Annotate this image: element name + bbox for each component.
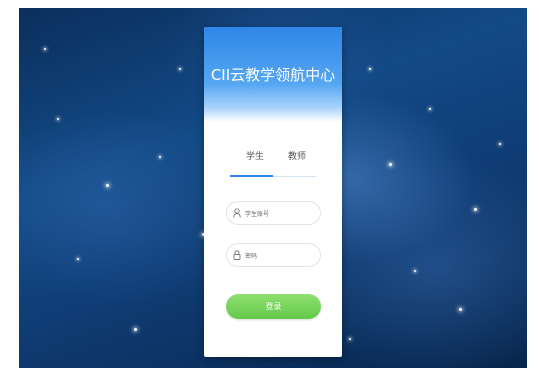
login-button[interactable]: 登录 bbox=[226, 294, 321, 319]
active-tab-indicator bbox=[230, 175, 273, 177]
star bbox=[77, 258, 79, 260]
page-title: CII云教学领航中心 bbox=[210, 66, 336, 84]
star bbox=[429, 108, 431, 110]
star bbox=[159, 156, 161, 158]
username-placeholder: 学生账号 bbox=[245, 210, 270, 218]
star bbox=[179, 68, 181, 70]
star bbox=[459, 308, 462, 311]
tab-student[interactable]: 学生 bbox=[246, 149, 264, 162]
star bbox=[474, 208, 477, 211]
password-field[interactable]: 密码 bbox=[226, 243, 321, 267]
star bbox=[414, 270, 416, 272]
star bbox=[57, 118, 59, 120]
user-icon bbox=[232, 207, 242, 219]
star bbox=[389, 163, 392, 166]
star bbox=[106, 184, 109, 187]
star bbox=[134, 328, 137, 331]
username-field[interactable]: 学生账号 bbox=[226, 201, 321, 225]
star bbox=[44, 48, 46, 50]
star bbox=[499, 143, 501, 145]
password-placeholder: 密码 bbox=[245, 252, 258, 260]
login-header: CII云教学领航中心 bbox=[204, 27, 342, 122]
role-tabs: 学生 教师 bbox=[230, 149, 316, 179]
star bbox=[349, 338, 351, 340]
login-card: CII云教学领航中心 学生 教师 学生账号 密码 登录 bbox=[204, 27, 342, 357]
lock-icon bbox=[232, 249, 242, 261]
tab-teacher[interactable]: 教师 bbox=[288, 149, 306, 162]
star bbox=[369, 68, 371, 70]
